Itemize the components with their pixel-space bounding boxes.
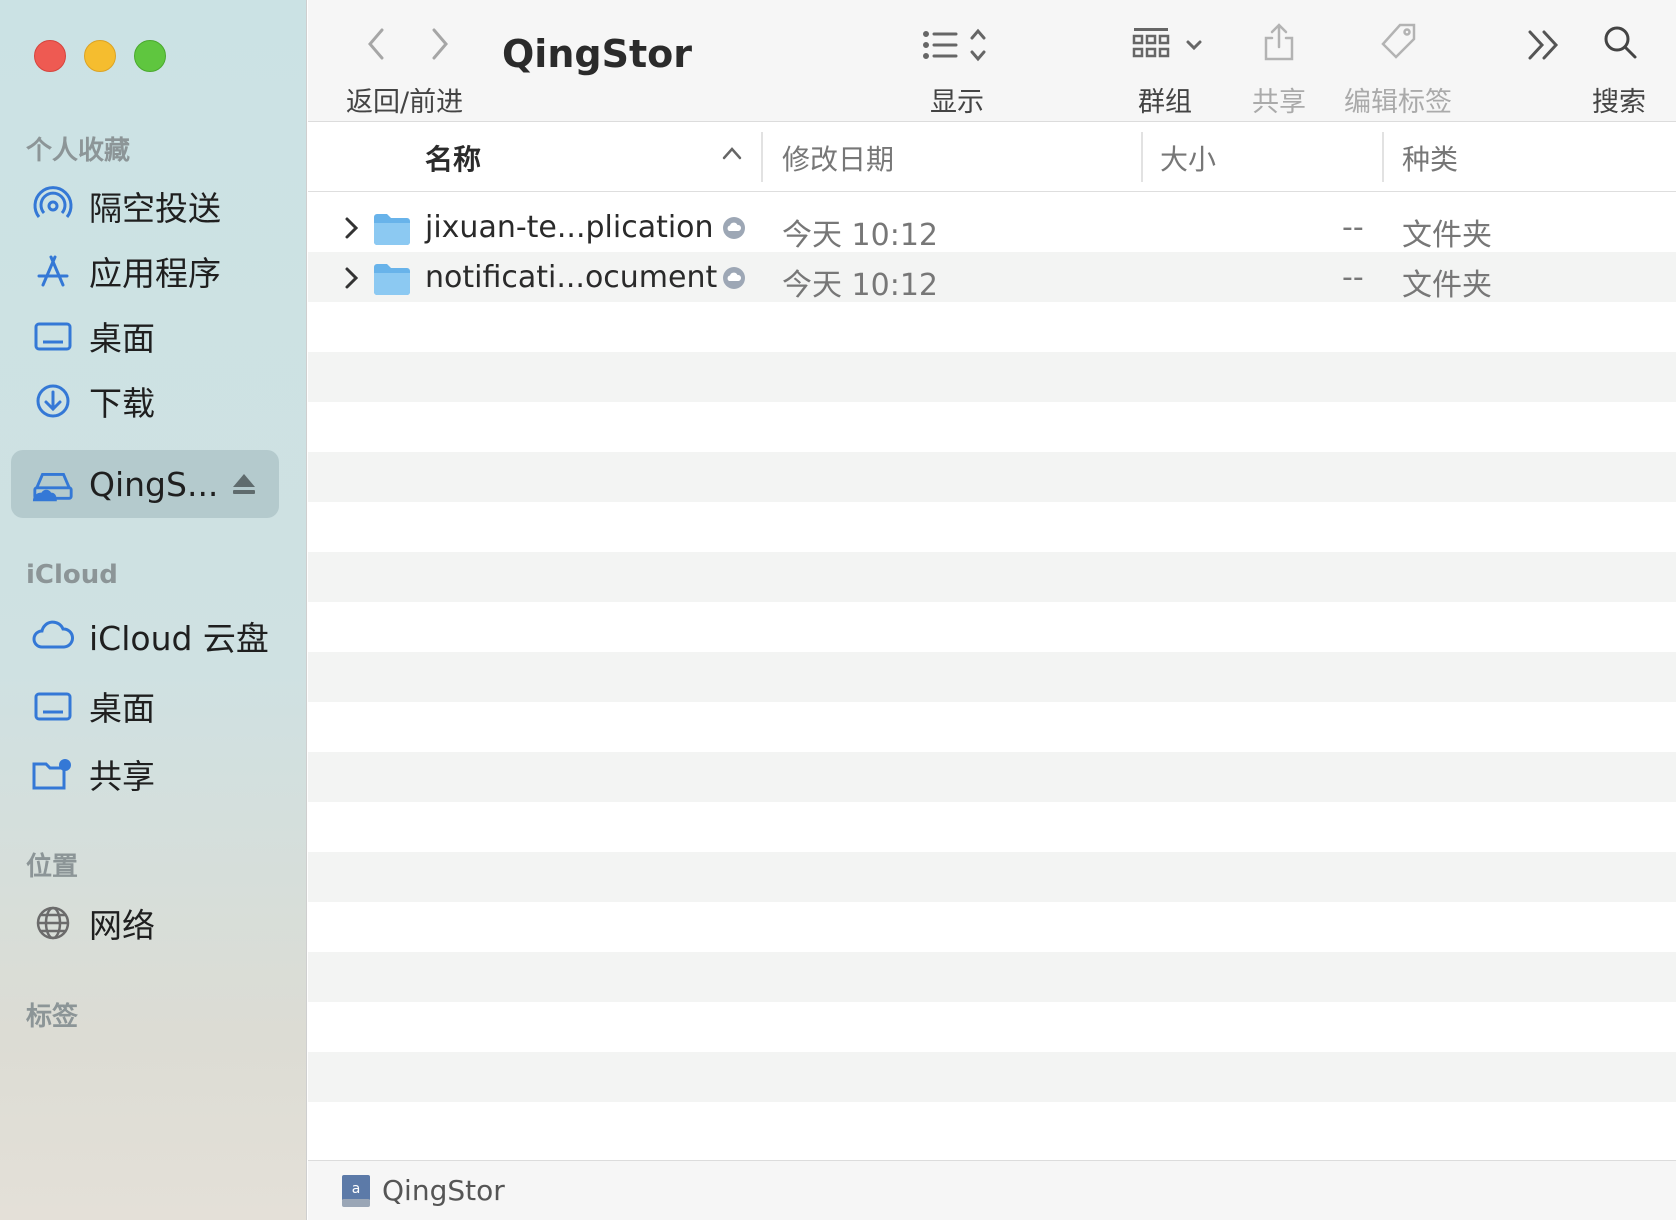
sidebar-item-label: 桌面 (89, 319, 155, 358)
folder-icon (372, 212, 412, 250)
sidebar-item-label: QingS... (89, 464, 219, 504)
sidebar-item-downloads[interactable]: 下载 (11, 367, 279, 435)
file-kind: 文件夹 (1402, 268, 1492, 303)
table-row[interactable]: notificati...ocument 今天 10:12 -- 文件夹 (308, 252, 1676, 303)
empty-row (308, 702, 1676, 752)
sidebar-item-icloud-shared[interactable]: 共享 (11, 740, 279, 808)
sidebar-item-airdrop[interactable]: 隔空投送 (11, 172, 279, 240)
tags-label: 编辑标签 (1344, 87, 1452, 118)
sidebar-item-network[interactable]: 网络 (11, 889, 279, 957)
icloud-section-title: iCloud (26, 560, 118, 590)
group-icon[interactable] (1132, 26, 1208, 70)
file-modified: 今天 10:12 (782, 218, 938, 253)
file-size: -- (1342, 260, 1364, 295)
column-size[interactable]: 大小 (1160, 138, 1216, 178)
disclosure-triangle-icon[interactable] (342, 266, 360, 294)
nav-label: 返回/前进 (346, 87, 464, 118)
column-separator[interactable] (1141, 132, 1143, 182)
file-name: notificati...ocument (425, 260, 718, 295)
sidebar-item-label: 下载 (89, 384, 155, 423)
empty-row (308, 402, 1676, 452)
empty-row (308, 852, 1676, 902)
cloud-icon (31, 614, 75, 658)
forward-icon[interactable] (426, 26, 452, 66)
group-label: 群组 (1138, 87, 1192, 118)
column-separator[interactable] (1382, 132, 1384, 182)
share-icon[interactable] (1262, 22, 1296, 66)
locations-section-title: 位置 (26, 852, 79, 882)
sidebar-item-label: 网络 (89, 906, 155, 945)
sidebar-item-icloud-drive[interactable]: iCloud 云盘 (11, 602, 279, 670)
back-icon[interactable] (364, 26, 390, 66)
sidebar-item-label: 隔空投送 (89, 189, 221, 228)
close-window-button[interactable] (34, 40, 66, 72)
empty-row (308, 452, 1676, 502)
tags-section-title: 标签 (26, 1002, 79, 1032)
svg-text:a: a (352, 1181, 361, 1197)
desktop-icon (31, 314, 75, 358)
path-bar-item[interactable]: QingStor (382, 1174, 505, 1207)
sidebar-item-label: 共享 (89, 757, 155, 796)
search-label: 搜索 (1592, 87, 1646, 118)
empty-row (308, 552, 1676, 602)
empty-row (308, 1102, 1676, 1152)
file-size: -- (1342, 210, 1364, 245)
folder-icon (372, 262, 412, 300)
sidebar-item-desktop[interactable]: 桌面 (11, 302, 279, 370)
tag-icon[interactable] (1378, 22, 1418, 66)
sidebar-item-applications[interactable]: 应用程序 (11, 237, 279, 305)
download-icon (31, 379, 75, 423)
eject-icon[interactable] (231, 472, 257, 500)
airdrop-icon (31, 184, 75, 228)
sidebar-item-qingstor[interactable]: QingS... (11, 450, 279, 518)
column-modified[interactable]: 修改日期 (782, 138, 894, 178)
empty-row (308, 602, 1676, 652)
sidebar-item-label: 桌面 (89, 689, 155, 728)
empty-row (308, 1002, 1676, 1052)
disclosure-triangle-icon[interactable] (342, 216, 360, 244)
sidebar-item-label: iCloud 云盘 (89, 619, 269, 658)
empty-row (308, 1052, 1676, 1102)
view-label: 显示 (930, 87, 984, 118)
file-list-body: jixuan-te...plication 今天 10:12 -- 文件夹 no… (308, 192, 1676, 1160)
sidebar-item-icloud-desktop[interactable]: 桌面 (11, 672, 279, 740)
more-icon[interactable] (1526, 28, 1562, 66)
list-view-icon[interactable] (922, 28, 994, 68)
applications-icon (31, 249, 75, 293)
window-title: QingStor (502, 32, 692, 76)
column-name[interactable]: 名称 (425, 138, 481, 178)
empty-row (308, 902, 1676, 952)
sidebar-item-label: 应用程序 (89, 254, 221, 293)
cloud-sync-icon (722, 216, 746, 244)
path-bar: a QingStor (308, 1160, 1676, 1220)
empty-row (308, 652, 1676, 702)
empty-row (308, 952, 1676, 1002)
network-drive-icon (31, 462, 75, 506)
share-label: 共享 (1252, 87, 1306, 118)
empty-row (308, 502, 1676, 552)
empty-row (308, 352, 1676, 402)
search-icon[interactable] (1602, 24, 1638, 64)
zoom-window-button[interactable] (134, 40, 166, 72)
sort-ascending-icon[interactable] (720, 144, 744, 166)
drive-icon: a (340, 1173, 372, 1213)
column-kind[interactable]: 种类 (1402, 138, 1458, 178)
toolbar: 返回/前进 QingStor 显示 群组 共享 编辑标签 搜索 (308, 0, 1676, 122)
sidebar: 个人收藏 隔空投送 应用程序 桌面 下载 QingS... iCloud iCl… (0, 0, 307, 1220)
cloud-sync-icon (722, 266, 746, 294)
file-name: jixuan-te...plication (425, 210, 714, 245)
shared-folder-icon (31, 752, 75, 796)
minimize-window-button[interactable] (84, 40, 116, 72)
file-kind: 文件夹 (1402, 218, 1492, 253)
column-separator[interactable] (761, 132, 763, 182)
empty-row (308, 302, 1676, 352)
column-header: 名称 修改日期 大小 种类 (308, 122, 1676, 192)
globe-icon (31, 901, 75, 945)
table-row[interactable]: jixuan-te...plication 今天 10:12 -- 文件夹 (308, 202, 1676, 253)
file-modified: 今天 10:12 (782, 268, 938, 303)
desktop-icon (31, 684, 75, 728)
empty-row (308, 752, 1676, 802)
empty-row (308, 802, 1676, 852)
favorites-section-title: 个人收藏 (26, 136, 131, 166)
